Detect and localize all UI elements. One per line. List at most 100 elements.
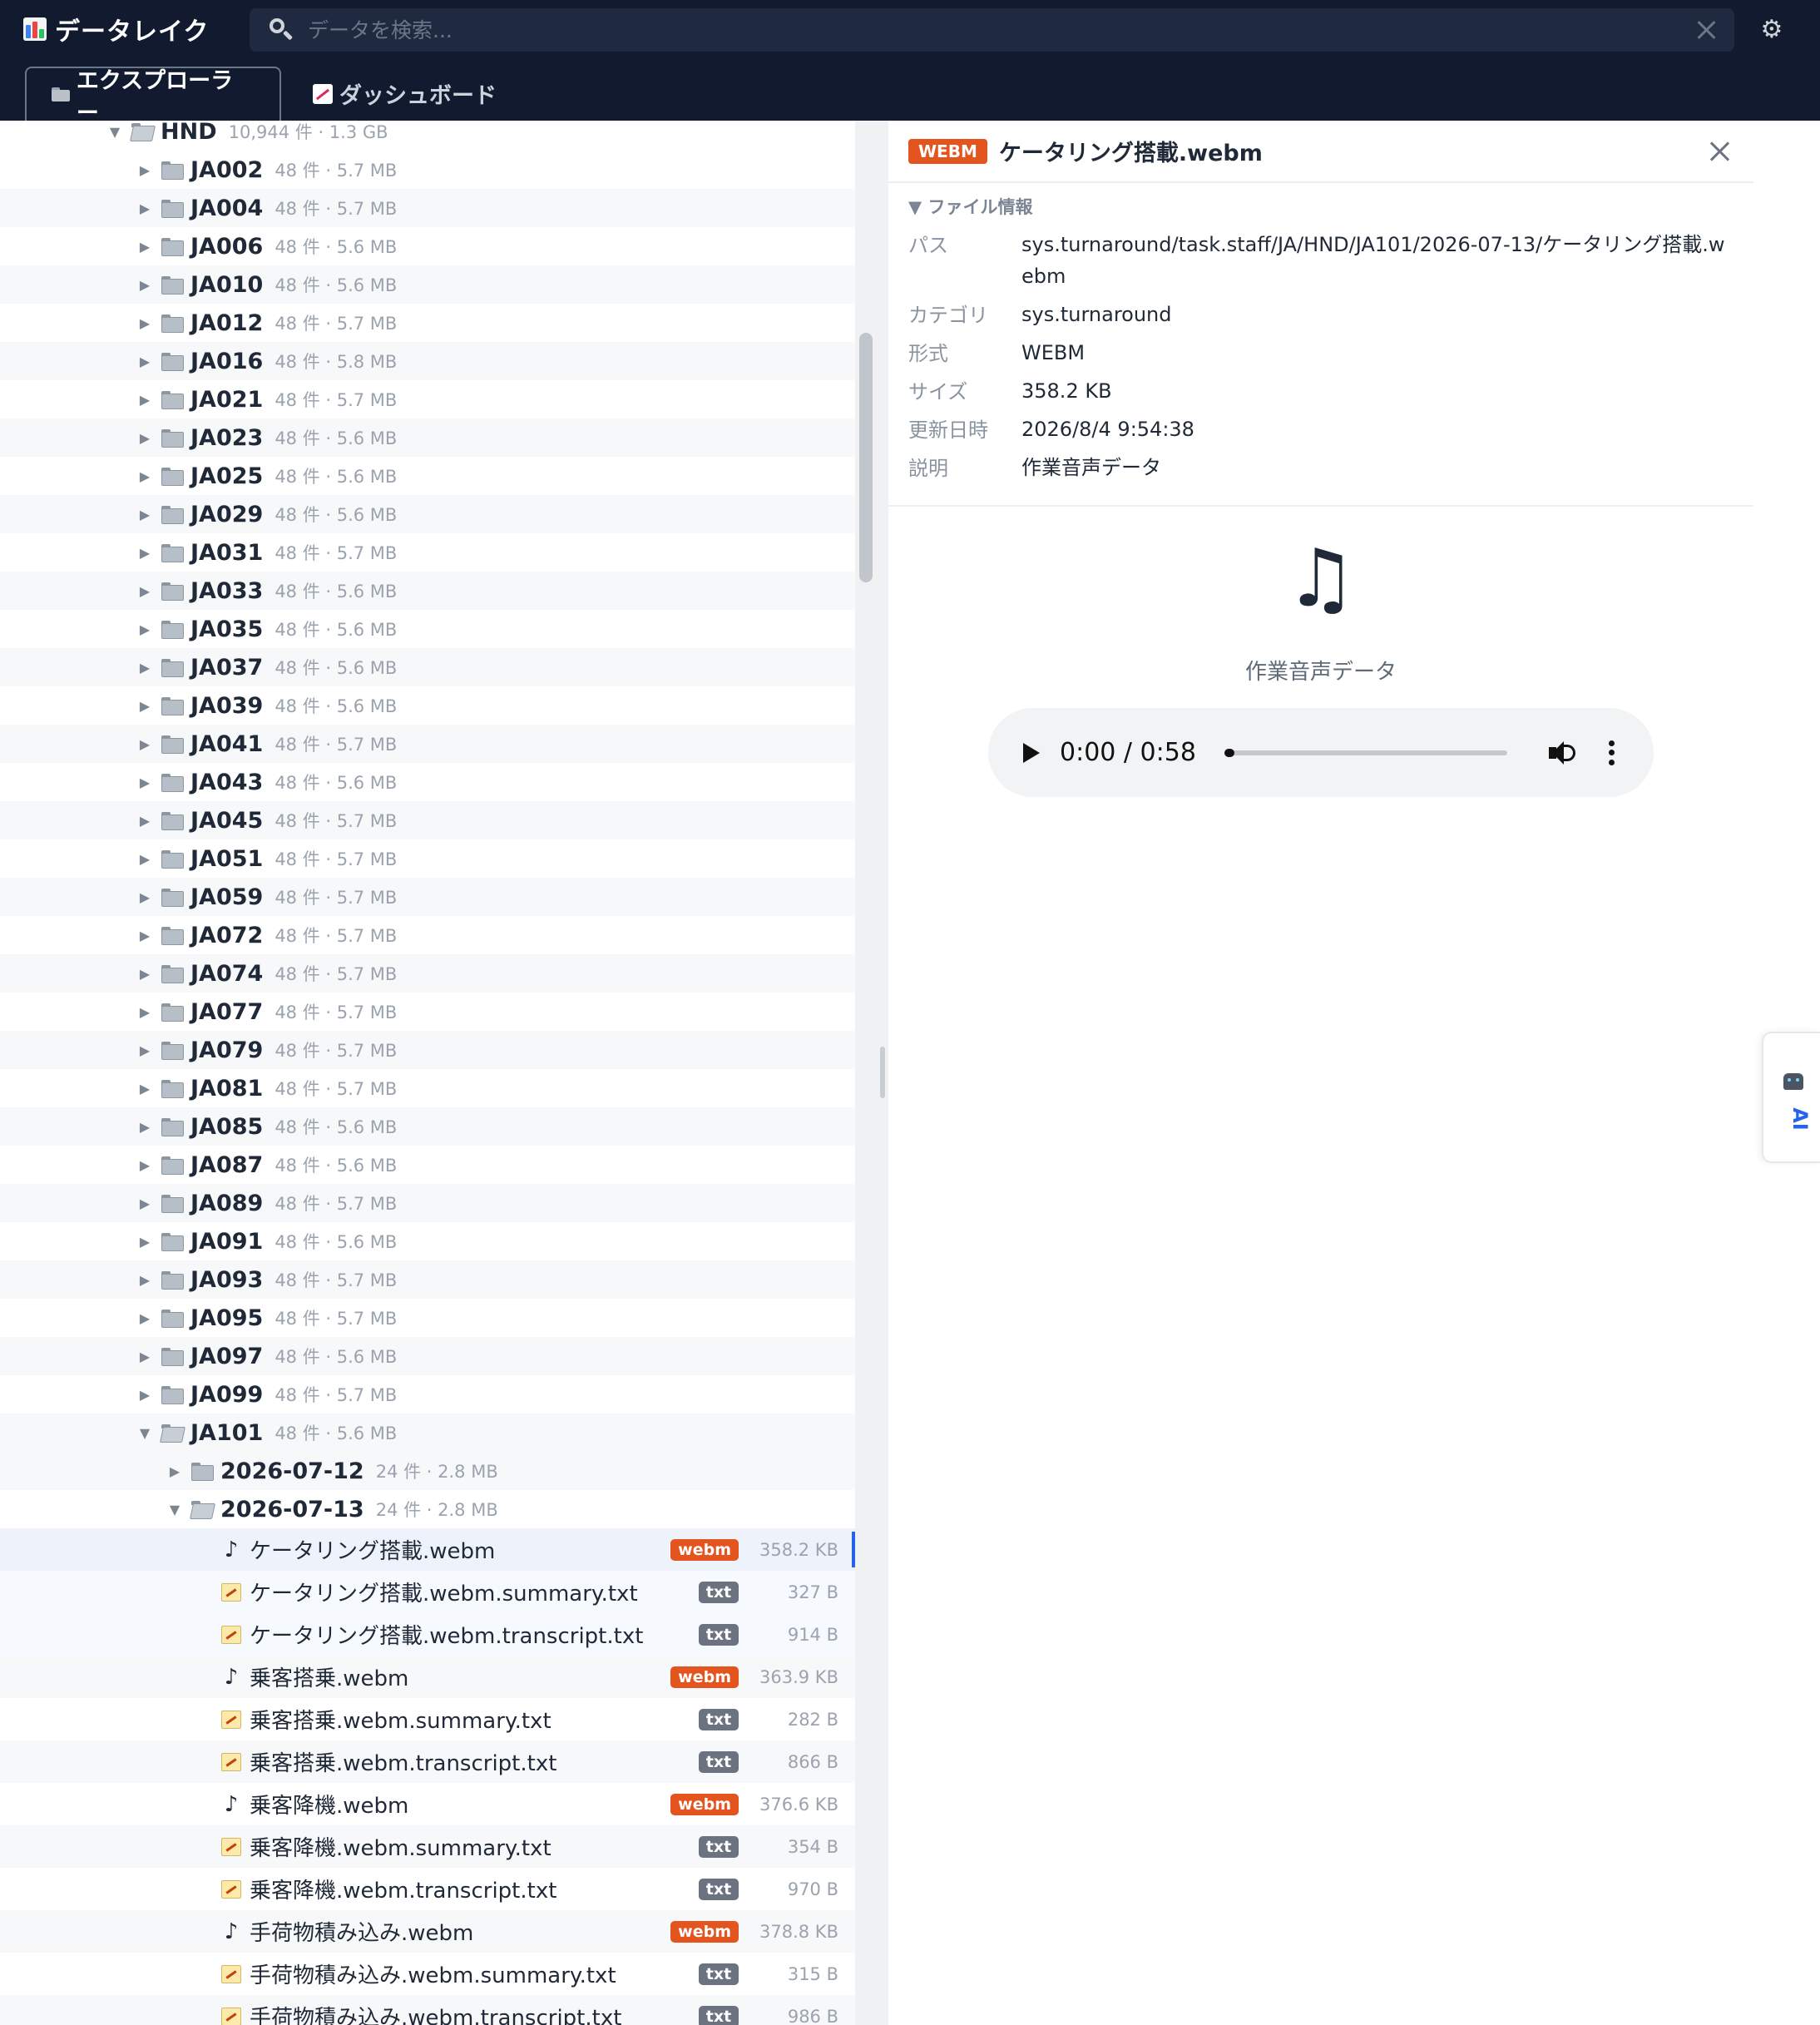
seek-thumb[interactable] [1224, 748, 1234, 757]
play-icon[interactable] [1023, 742, 1040, 763]
chevron-down-icon[interactable]: ▼ [136, 1425, 153, 1441]
chevron-right-icon[interactable]: ▶ [136, 1349, 153, 1364]
tree-folder[interactable]: ▶ JA051 48 件 · 5.7 MB [0, 839, 855, 878]
tree-folder[interactable]: ▶ JA029 48 件 · 5.6 MB [0, 495, 855, 533]
tree-folder[interactable]: ▶ JA031 48 件 · 5.7 MB [0, 533, 855, 572]
tree-folder[interactable]: ▶ JA012 48 件 · 5.7 MB [0, 304, 855, 342]
chevron-right-icon[interactable]: ▶ [136, 813, 153, 829]
tree-folder[interactable]: ▶ JA099 48 件 · 5.7 MB [0, 1375, 855, 1414]
tree-folder[interactable]: ▶ JA041 48 件 · 5.7 MB [0, 725, 855, 763]
gear-icon[interactable]: ⚙ [1757, 13, 1787, 47]
file-row[interactable]: 乗客降機.webm.summary.txt txt 354 B [0, 1825, 855, 1868]
tree-folder[interactable]: ▶ JA016 48 件 · 5.8 MB [0, 342, 855, 380]
tree-folder[interactable]: ▶ JA085 48 件 · 5.6 MB [0, 1107, 855, 1146]
chevron-right-icon[interactable]: ▶ [136, 277, 153, 293]
ai-assistant-tab[interactable]: AI [1762, 1032, 1820, 1163]
tree-folder[interactable]: ▶ JA093 48 件 · 5.7 MB [0, 1260, 855, 1299]
file-row[interactable]: 手荷物積み込み.webm.summary.txt txt 315 B [0, 1953, 855, 1995]
chevron-down-icon[interactable]: ▼ [106, 124, 123, 140]
chevron-right-icon[interactable]: ▶ [136, 392, 153, 408]
file-row[interactable]: ケータリング搭載.webm.transcript.txt txt 914 B [0, 1613, 855, 1656]
chevron-right-icon[interactable]: ▶ [136, 1157, 153, 1173]
tree-folder[interactable]: ▶ JA006 48 件 · 5.6 MB [0, 227, 855, 265]
chevron-right-icon[interactable]: ▶ [136, 736, 153, 752]
chevron-right-icon[interactable]: ▶ [136, 660, 153, 676]
tree-folder[interactable]: ▶ JA025 48 件 · 5.6 MB [0, 457, 855, 495]
tree-folder[interactable]: ▶ JA087 48 件 · 5.6 MB [0, 1146, 855, 1184]
chevron-right-icon[interactable]: ▶ [136, 354, 153, 369]
tree-folder[interactable]: ▶ JA081 48 件 · 5.7 MB [0, 1069, 855, 1107]
tree-folder[interactable]: ▶ JA002 48 件 · 5.7 MB [0, 151, 855, 189]
file-row[interactable]: 乗客降機.webm.transcript.txt txt 970 B [0, 1868, 855, 1910]
chevron-right-icon[interactable]: ▶ [136, 928, 153, 943]
chevron-right-icon[interactable]: ▶ [136, 1004, 153, 1020]
file-row[interactable]: ♪ ケータリング搭載.webm webm 358.2 KB [0, 1528, 855, 1571]
chevron-right-icon[interactable]: ▶ [136, 1234, 153, 1250]
chevron-right-icon[interactable]: ▶ [166, 1463, 183, 1479]
chevron-right-icon[interactable]: ▶ [136, 775, 153, 790]
tree-folder[interactable]: ▶ JA045 48 件 · 5.7 MB [0, 801, 855, 839]
more-options-icon[interactable] [1609, 740, 1615, 765]
chevron-right-icon[interactable]: ▶ [136, 621, 153, 637]
file-row[interactable]: 乗客搭乗.webm.transcript.txt txt 866 B [0, 1740, 855, 1783]
tree-folder[interactable]: ▶ JA074 48 件 · 5.7 MB [0, 954, 855, 993]
tree-folder[interactable]: ▶ JA072 48 件 · 5.7 MB [0, 916, 855, 954]
file-row[interactable]: ♪ 乗客降機.webm webm 376.6 KB [0, 1783, 855, 1825]
tree-folder[interactable]: ▶ JA010 48 件 · 5.6 MB [0, 265, 855, 304]
chevron-right-icon[interactable]: ▶ [136, 1387, 153, 1403]
file-row[interactable]: 手荷物積み込み.webm.transcript.txt txt 986 B [0, 1995, 855, 2025]
chevron-down-icon[interactable]: ▼ [166, 1502, 183, 1518]
tree-folder[interactable]: ▶ JA089 48 件 · 5.7 MB [0, 1184, 855, 1222]
chevron-right-icon[interactable]: ▶ [136, 545, 153, 561]
chevron-right-icon[interactable]: ▶ [136, 430, 153, 446]
chevron-right-icon[interactable]: ▶ [136, 851, 153, 867]
tree-folder[interactable]: ▶ JA077 48 件 · 5.7 MB [0, 993, 855, 1031]
chevron-right-icon[interactable]: ▶ [136, 889, 153, 905]
volume-icon[interactable] [1547, 738, 1577, 768]
tree-node-root[interactable]: ▼ HND 10,944 件 · 1.3 GB [0, 121, 855, 151]
tree-folder[interactable]: ▶ JA037 48 件 · 5.6 MB [0, 648, 855, 686]
file-info-toggle[interactable]: ▼ ファイル情報 [908, 194, 1032, 219]
tree-folder[interactable]: ▶ JA023 48 件 · 5.6 MB [0, 418, 855, 457]
chevron-right-icon[interactable]: ▶ [136, 583, 153, 599]
tree-folder[interactable]: ▶ JA097 48 件 · 5.6 MB [0, 1337, 855, 1375]
tree-folder[interactable]: ▶ JA091 48 件 · 5.6 MB [0, 1222, 855, 1260]
chevron-right-icon[interactable]: ▶ [136, 468, 153, 484]
resize-handle[interactable] [880, 1047, 885, 1098]
file-row[interactable]: 乗客搭乗.webm.summary.txt txt 282 B [0, 1698, 855, 1740]
chevron-right-icon[interactable]: ▶ [136, 201, 153, 216]
chevron-right-icon[interactable]: ▶ [136, 698, 153, 714]
chevron-right-icon[interactable]: ▶ [136, 1042, 153, 1058]
tree-folder[interactable]: ▶ JA079 48 件 · 5.7 MB [0, 1031, 855, 1069]
chevron-right-icon[interactable]: ▶ [136, 1081, 153, 1097]
tree-date-folder[interactable]: ▼ 2026-07-13 24 件 · 2.8 MB [0, 1490, 855, 1528]
chevron-right-icon[interactable]: ▶ [136, 162, 153, 178]
tree-folder[interactable]: ▶ JA004 48 件 · 5.7 MB [0, 189, 855, 227]
tab-dashboard[interactable]: ダッシュボード [288, 67, 522, 121]
clear-search-icon[interactable] [1689, 13, 1723, 47]
chevron-right-icon[interactable]: ▶ [136, 1119, 153, 1135]
tree-folder[interactable]: ▶ JA021 48 件 · 5.7 MB [0, 380, 855, 418]
tree-date-folder[interactable]: ▶ 2026-07-12 24 件 · 2.8 MB [0, 1452, 855, 1490]
chevron-right-icon[interactable]: ▶ [136, 966, 153, 982]
tree-folder[interactable]: ▶ JA043 48 件 · 5.6 MB [0, 763, 855, 801]
chevron-right-icon[interactable]: ▶ [136, 507, 153, 522]
chevron-right-icon[interactable]: ▶ [136, 1196, 153, 1211]
tree-folder[interactable]: ▶ JA095 48 件 · 5.7 MB [0, 1299, 855, 1337]
file-row[interactable]: ケータリング搭載.webm.summary.txt txt 327 B [0, 1571, 855, 1613]
chevron-right-icon[interactable]: ▶ [136, 1310, 153, 1326]
tree-folder[interactable]: ▶ JA035 48 件 · 5.6 MB [0, 610, 855, 648]
tree-folder-open[interactable]: ▼ JA101 48 件 · 5.6 MB [0, 1414, 855, 1452]
tree-scrollbar[interactable] [859, 333, 873, 582]
tab-explorer[interactable]: エクスプローラー [25, 67, 281, 126]
chevron-right-icon[interactable]: ▶ [136, 239, 153, 255]
seek-bar[interactable] [1224, 748, 1507, 757]
tree-folder[interactable]: ▶ JA033 48 件 · 5.6 MB [0, 572, 855, 610]
tree-folder[interactable]: ▶ JA039 48 件 · 5.6 MB [0, 686, 855, 725]
search-input[interactable] [294, 8, 1689, 52]
close-icon[interactable] [1704, 136, 1735, 167]
chevron-right-icon[interactable]: ▶ [136, 315, 153, 331]
tree-folder[interactable]: ▶ JA059 48 件 · 5.7 MB [0, 878, 855, 916]
file-row[interactable]: ♪ 乗客搭乗.webm webm 363.9 KB [0, 1656, 855, 1698]
chevron-right-icon[interactable]: ▶ [136, 1272, 153, 1288]
